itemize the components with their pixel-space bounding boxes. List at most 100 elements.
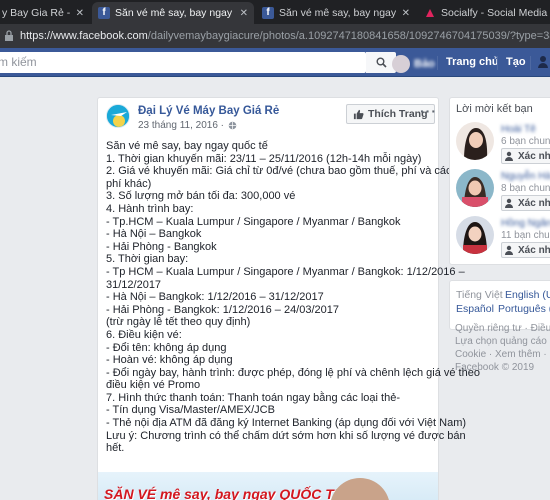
facebook-top-bar: m kiếm Bảo Trang chủ Tạo (0, 48, 550, 77)
post-line: 6. Điều kiện vé: (106, 328, 182, 341)
close-icon[interactable]: ✕ (240, 8, 248, 19)
facebook-icon: f (262, 7, 274, 19)
friend-requests-panel: Lời mời kết bạn Hoài Tê 6 bạn chung Xác … (449, 97, 550, 265)
post-line: 4. Hành trình bay: (106, 202, 194, 215)
post-line: 1. Thời gian khuyến mãi: 23/11 – 25/11/2… (106, 152, 422, 165)
friend-avatar[interactable] (456, 169, 494, 207)
language-link[interactable]: Español (456, 303, 494, 315)
photo-post-card: Đại Lý Vé Máy Bay Giá Rẻ 23 tháng 11, 20… (97, 97, 480, 500)
add-friend-icon (505, 151, 513, 161)
friend-name[interactable]: Hồng Ngân (501, 218, 550, 229)
friend-request-item: Hoài Tê 6 bạn chung Xác nhận (456, 122, 550, 166)
confirm-button[interactable]: Xác nhận (501, 242, 550, 258)
friend-photo (456, 169, 494, 207)
confirm-label: Xác nhận (518, 197, 550, 209)
language-current: Tiếng Việt (456, 289, 503, 301)
post-line: 5. Thời gian bay: (106, 253, 189, 266)
post-line: - Thẻ nội địa ATM đã đăng ký Internet Ba… (106, 417, 467, 430)
language-link[interactable]: English (US (505, 289, 550, 301)
confirm-label: Xác nhận (518, 244, 550, 256)
nav-divider (497, 56, 498, 70)
tab-title: Săn vé mê say, bay ngay quốc tế (115, 7, 234, 19)
nav-divider (530, 56, 531, 70)
footer-links[interactable]: Lựa chọn quảng cáo (455, 335, 547, 348)
friend-name[interactable]: Hoài Tê (501, 124, 536, 135)
confirm-button[interactable]: Xác nhận (501, 195, 550, 211)
url-text[interactable]: https://www.facebook.com/dailyvemaybaygi… (20, 30, 550, 42)
post-date: 23 tháng 11, 2016 · (138, 120, 237, 131)
thumbs-up-icon (353, 109, 364, 119)
lock-icon (5, 30, 13, 41)
post-line: - Tín dụng Visa/Master/AMEX/JCB (106, 404, 275, 417)
address-bar[interactable]: https://www.facebook.com/dailyvemaybaygi… (0, 24, 550, 48)
post-line: Lưu ý: Chương trình có thể chấm dứt sớm … (106, 429, 466, 442)
confirm-button[interactable]: Xác nhận (501, 148, 550, 164)
like-page-label: Thích Trang (368, 108, 428, 120)
post-line: (trừ ngày lễ tết theo quy định) (106, 316, 251, 329)
post-line: - Tp.HCM – Kuala Lumpur / Singapore / My… (106, 215, 401, 228)
page-name-link[interactable]: Đại Lý Vé Máy Bay Giá Rẻ (138, 105, 279, 117)
footer-links[interactable]: Quyền riêng tư · Điều k (455, 322, 550, 335)
page-logo-icon (107, 105, 129, 127)
friend-request-item: Hồng Ngân 11 bạn chung Xác nhận (456, 216, 550, 260)
avatar (392, 55, 410, 73)
post-line: Săn vé mê say, bay ngay quốc tế (106, 140, 268, 152)
post-line: 2. Giá vé khuyến mãi: Giá chỉ từ 0đ/vé (… (106, 165, 464, 178)
post-line: - Hà Nội – Bangkok (106, 228, 202, 241)
footer-copyright: Facebook © 2019 (455, 362, 535, 373)
friend-photo (456, 216, 494, 254)
promo-banner-image[interactable]: SĂN VÉ mê say, bay ngay QUỐC TẾ ! (98, 472, 438, 500)
home-link[interactable]: Trang chủ (446, 56, 499, 68)
mutual-friends: 6 bạn chung (501, 136, 550, 147)
globe-icon (228, 121, 237, 130)
url-path: /dailyvemaybaygiacure/photos/a.109274718… (147, 30, 550, 42)
friend-avatar[interactable] (456, 122, 494, 160)
search-icon (376, 57, 387, 68)
tab-title: Săn vé mê say, bay ngay quốc tế (279, 7, 396, 19)
user-name: Bảo (414, 58, 435, 70)
post-line: - Hà Nội – Bangkok: 1/12/2016 – 31/12/20… (106, 291, 324, 304)
post-line: - Đổi ngày bay, hành trình: được phép, đ… (106, 366, 480, 379)
facebook-icon: f (98, 7, 110, 19)
post-line: 31/12/2017 (106, 278, 162, 291)
url-host: https://www.facebook.com (20, 30, 148, 42)
banner-person-photo (330, 478, 390, 500)
post-line: - Tp HCM – Kuala Lumpur / Singapore / My… (106, 265, 465, 278)
post-text: Săn vé mê say, bay ngay quốc tế 1. Thời … (106, 140, 480, 455)
mutual-friends: 11 bạn chung (501, 230, 550, 241)
browser-tab-3[interactable]: f Săn vé mê say, bay ngay quốc tế ✕ (256, 2, 416, 24)
post-line: 7. Hình thức thanh toán: Thanh toán ngay… (106, 391, 400, 404)
post-line: phí khác) (106, 177, 152, 190)
search-input[interactable]: m kiếm (0, 52, 366, 73)
language-link[interactable]: Português (Br (498, 303, 550, 315)
page-avatar[interactable] (106, 104, 130, 128)
more-options-icon[interactable]: ··· (420, 103, 437, 119)
browser-tab-4[interactable]: Socialfy - Social Media Market (418, 2, 550, 24)
post-date-text: 23 tháng 11, 2016 · (138, 120, 224, 131)
post-line: - Hoàn vé: không áp dụng (106, 354, 233, 367)
post-line: - Hải Phòng - Bangkok: 1/12/2016 – 24/03… (106, 303, 340, 316)
friend-requests-title: Lời mời kết bạn (456, 103, 533, 115)
post-line: - Hải Phòng - Bangkok (106, 240, 217, 253)
add-friend-icon (505, 245, 513, 255)
post-line: điều kiện vé Promo (106, 379, 201, 392)
create-link[interactable]: Tạo (506, 56, 526, 68)
friends-icon[interactable] (538, 55, 550, 69)
browser-tab-strip: y Bay Gia Rẻ - Tr ✕ f Săn vé mê say, bay… (0, 0, 550, 24)
mutual-friends: 8 bạn chung (501, 183, 550, 194)
tab-title: Socialfy - Social Media Market (441, 7, 550, 19)
profile-link[interactable]: Bảo (392, 55, 435, 73)
footer-links[interactable]: Cookie · Xem thêm · (455, 348, 547, 361)
friend-name[interactable]: Nguyễn Hà (501, 171, 550, 182)
add-friend-icon (505, 198, 513, 208)
tab-title: y Bay Gia Rẻ - Tr (2, 7, 70, 19)
friend-avatar[interactable] (456, 216, 494, 254)
socialfy-icon (426, 9, 434, 17)
close-icon[interactable]: ✕ (76, 8, 84, 19)
post-line: - Đổi tên: không áp dụng (106, 341, 227, 354)
browser-tab-2[interactable]: f Săn vé mê say, bay ngay quốc tế ✕ (92, 2, 254, 24)
friend-photo (456, 122, 494, 160)
post-line: hết. (106, 442, 125, 455)
browser-tab-1[interactable]: y Bay Gia Rẻ - Tr ✕ (0, 2, 90, 24)
close-icon[interactable]: ✕ (402, 8, 410, 19)
